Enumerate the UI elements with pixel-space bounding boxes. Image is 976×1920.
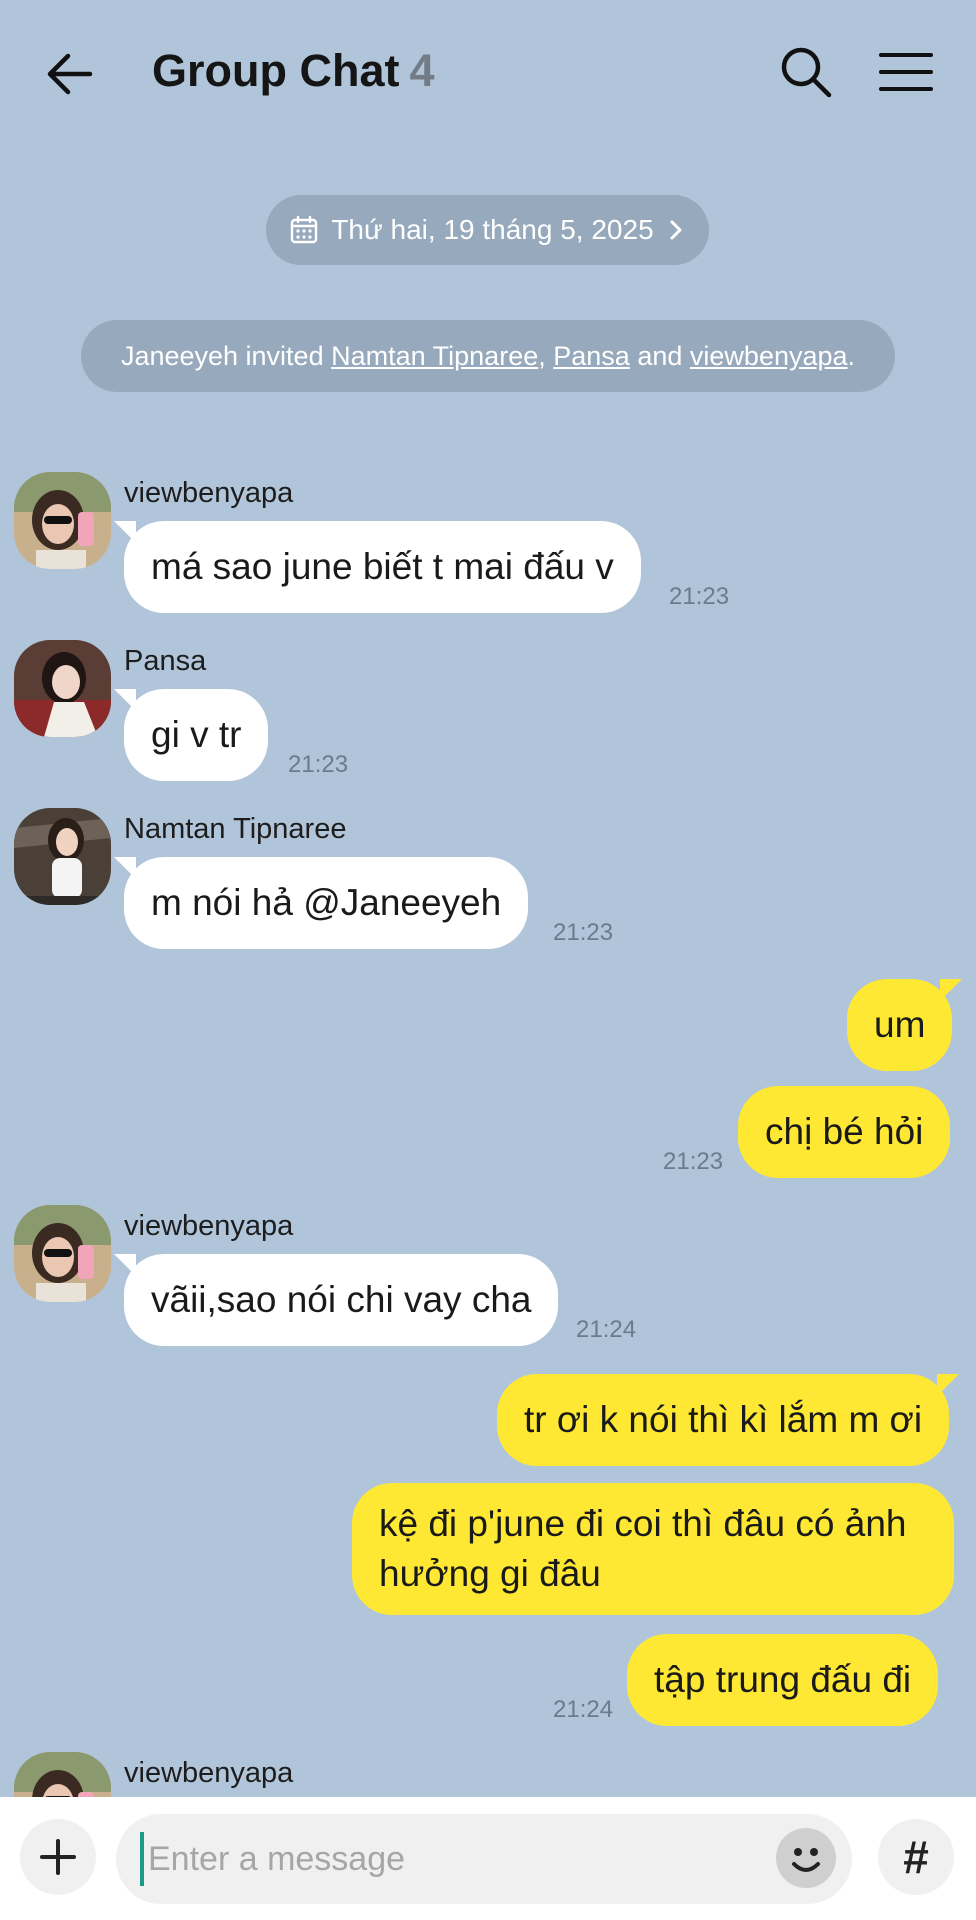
menu-button[interactable] — [875, 42, 937, 102]
message-bubble[interactable]: tr ơi k nói thì kì lắm m ơi — [497, 1374, 960, 1466]
message-bubble[interactable]: vãii,sao nói chi vay cha — [113, 1254, 559, 1346]
message-text: chị bé hỏi — [765, 1111, 924, 1152]
date-text: Thứ hai, 19 tháng 5, 2025 — [331, 214, 654, 245]
system-separator: and — [637, 340, 683, 371]
invitee-link[interactable]: Pansa — [553, 341, 630, 372]
invitee-link[interactable]: Namtan Tipnaree — [331, 341, 538, 372]
message-bubble[interactable]: chị bé hỏi — [738, 1086, 951, 1178]
emoji-button[interactable] — [776, 1828, 836, 1888]
back-button[interactable] — [42, 44, 102, 104]
sender-name: viewbenyapa — [124, 1210, 294, 1242]
hashtag-label: # — [903, 1831, 929, 1883]
message-bubble[interactable]: má sao june biết t mai đấu v — [114, 521, 641, 613]
message-input[interactable] — [140, 1832, 768, 1886]
message-text: um — [874, 1004, 926, 1045]
search-icon — [781, 47, 832, 98]
plus-icon — [40, 1839, 76, 1875]
hamburger-menu-icon — [879, 53, 933, 91]
message-bubble[interactable]: gi v tr — [113, 689, 269, 781]
avatar[interactable] — [14, 1752, 111, 1797]
system-separator: , — [538, 340, 546, 371]
sender-name: viewbenyapa — [124, 477, 294, 509]
message-time: 21:23 — [669, 583, 730, 610]
search-button[interactable] — [775, 42, 835, 102]
message-bubble[interactable]: m nói hả @Janeeyeh — [113, 857, 529, 949]
message-time: 21:23 — [553, 919, 614, 946]
system-invite-message: Janeeyeh invited Namtan Tipnaree, Pansa … — [81, 320, 895, 392]
member-count: 4 — [409, 45, 435, 96]
system-inviter: Janeeyeh invited — [120, 340, 324, 371]
message-bubble[interactable]: kệ đi p'june đi coi thì đâu có ảnh hưởng… — [352, 1483, 954, 1615]
message-text: tập trung đấu đi — [654, 1659, 912, 1700]
message-text: má sao june biết t mai đấu v — [151, 546, 614, 587]
calendar-icon — [291, 215, 318, 244]
invitee-link[interactable]: viewbenyapa — [690, 341, 848, 372]
message-field[interactable] — [116, 1814, 852, 1904]
avatar-photo — [14, 808, 111, 905]
sender-name: Pansa — [124, 645, 207, 677]
message-text: kệ đi p'june đi coi thì đâu có ảnh hưởng… — [379, 1503, 907, 1594]
avatar[interactable] — [14, 808, 111, 905]
sender-name: Namtan Tipnaree — [124, 813, 347, 845]
avatar-photo — [14, 640, 111, 737]
message-text: m nói hả @Janeeyeh — [151, 882, 502, 923]
message-time: 21:23 — [288, 751, 349, 778]
message-text: tr ơi k nói thì kì lắm m ơi — [524, 1399, 923, 1440]
system-end: . — [847, 340, 856, 371]
avatar[interactable] — [14, 472, 111, 569]
date-pill[interactable]: Thứ hai, 19 tháng 5, 2025 — [266, 195, 709, 265]
avatar[interactable] — [14, 1205, 111, 1302]
message-text: gi v tr — [151, 714, 242, 755]
emoji-icon — [792, 1848, 820, 1872]
chat-title-text: Group Chat — [152, 45, 400, 96]
attach-button[interactable] — [20, 1819, 96, 1895]
message-time: 21:23 — [663, 1148, 724, 1175]
avatar-photo — [14, 1752, 111, 1797]
chevron-right-icon — [670, 220, 682, 240]
message-bubble[interactable]: tập trung đấu đi — [627, 1634, 939, 1726]
avatar-photo — [14, 1205, 111, 1302]
message-time: 21:24 — [553, 1696, 614, 1723]
arrow-left-icon — [47, 53, 93, 95]
hashtag-button[interactable]: # — [878, 1819, 954, 1895]
chat-title: Group Chat 4 — [152, 45, 435, 97]
message-time: 21:24 — [576, 1316, 637, 1343]
message-text: vãii,sao nói chi vay cha — [151, 1279, 532, 1320]
message-bubble[interactable]: um — [847, 979, 963, 1071]
avatar-photo — [14, 472, 111, 569]
avatar[interactable] — [14, 640, 111, 737]
chat-header: Group Chat 4 — [0, 0, 976, 145]
sender-name: viewbenyapa — [124, 1757, 294, 1789]
